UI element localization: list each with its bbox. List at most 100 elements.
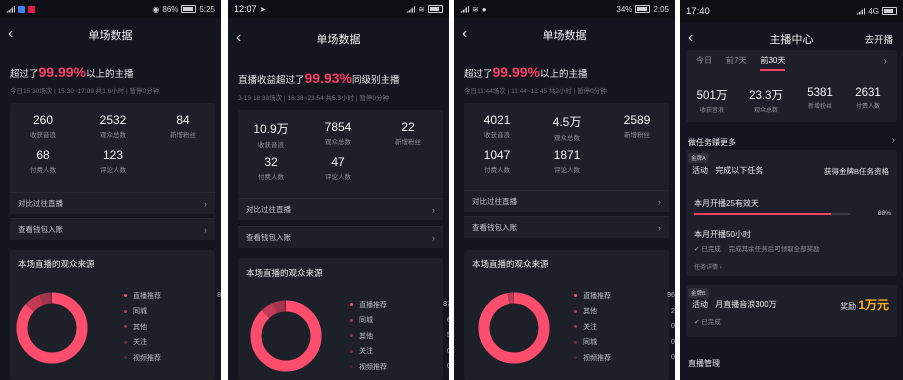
legend-value: 5.2% — [429, 332, 449, 339]
legend-label: 其他 — [133, 323, 147, 331]
task2-text: 本月开播50小时 — [694, 230, 751, 239]
legend-label: 关注 — [583, 323, 597, 331]
stat-item: 501万 收获音浪 — [696, 90, 728, 114]
battery-icon — [181, 5, 197, 13]
legend-value: 2.6% — [671, 307, 675, 315]
tab-7days[interactable]: 前7天 — [726, 55, 746, 71]
compare-past-link[interactable]: 对比过往直播 › — [238, 198, 443, 220]
chat-icon: ● — [481, 4, 487, 14]
legend-label: 视频推荐 — [133, 354, 161, 362]
signal-icon — [6, 5, 15, 13]
signal-icon — [856, 7, 866, 15]
stat-item: 2532 观众总数 — [99, 113, 127, 139]
legend-value: 1.0% — [203, 339, 221, 346]
navbar: ‹ 单场数据 — [228, 26, 449, 52]
donut-slice — [478, 292, 550, 364]
legend-item: 直播推荐 87.8% — [350, 297, 449, 313]
stat-item: 47 评论人数 — [325, 155, 351, 181]
task-section-header: 做任务赚更多 — [688, 138, 736, 147]
source-title: 本场直播的观众来源 — [246, 268, 323, 278]
donut-slice — [250, 300, 322, 372]
legend-value: 0.6% — [429, 348, 449, 355]
tab-30days[interactable]: 前30天 — [760, 55, 786, 71]
stat-item: 7854 观众总数 — [324, 120, 352, 146]
chevron-right-icon[interactable]: › — [892, 135, 895, 146]
battery-percent: 34% — [616, 4, 633, 14]
legend-dot — [124, 325, 127, 329]
tier-tag: 金牌A — [688, 153, 709, 163]
wallet-link[interactable]: 查看钱包入账 › — [10, 218, 215, 240]
screen-anchor-center: 17:40 4G ‹ 主播中心 去开播 今日 前7天 前30天 › 501万 收获… — [680, 0, 903, 380]
task2-status: 已完成 — [701, 246, 721, 253]
headline-value: 99.93% — [304, 70, 352, 86]
legend-label: 直播推荐 — [359, 301, 387, 309]
go-live-button[interactable]: 去开播 — [864, 32, 893, 46]
legend-item: 直播推荐 86.5% — [124, 288, 221, 304]
task-details-link[interactable]: 任务详情 › — [694, 262, 722, 271]
legend-label: 其他 — [359, 332, 373, 340]
legend-label: 视频推荐 — [583, 354, 611, 362]
wifi-icon: ≋ — [472, 4, 479, 14]
legend-dot — [350, 334, 353, 338]
legend-value: 0.2% — [429, 363, 449, 370]
session-subline: 今日11:44场次 | 11:44~13:45 共2小时 | 暂停0分钟 — [464, 88, 607, 95]
task-b-status-row: ✔ 已完成 — [694, 316, 721, 326]
navbar: ‹ 单场数据 — [454, 22, 675, 48]
back-arrow-icon[interactable]: ‹ — [462, 24, 467, 44]
compare-past-link[interactable]: 对比过往直播 › — [464, 190, 669, 212]
wallet-link[interactable]: 查看钱包入账 › — [238, 226, 443, 248]
legend-item: 其他 4.9% — [124, 319, 221, 335]
tier-tag: 金牌B — [688, 288, 709, 298]
stat-item: 1871 评论人数 — [553, 148, 581, 174]
legend-dot — [350, 303, 353, 307]
legend-label: 其他 — [583, 308, 597, 316]
headline: 超过了99.99%以上的主播 — [10, 64, 134, 80]
session-subline: 今日15:30场次 | 15:30~17:09 共1.6小时 | 暂停0分钟 — [10, 88, 160, 95]
activity-label: 活动 — [692, 166, 708, 175]
activity-label: 活动 — [692, 300, 708, 309]
legend-label: 同城 — [583, 339, 597, 347]
legend-value: 96.8% — [667, 292, 675, 300]
back-arrow-icon[interactable]: ‹ — [8, 24, 13, 44]
tab-today[interactable]: 今日 — [696, 55, 712, 71]
screen-single-session-2: 12:07 ➤ ≋ ‹ 单场数据 直播收益超过了99.93%同级别主播 3-13 … — [228, 0, 449, 380]
navbar: ‹ 单场数据 — [0, 22, 221, 48]
legend-value: 7.6% — [203, 308, 221, 315]
battery-icon — [428, 5, 443, 13]
legend-dot — [350, 349, 353, 353]
legend-label: 同城 — [359, 317, 373, 325]
task1-text: 本月开播25有效天 — [694, 199, 759, 208]
headline-suffix: 以上的主播 — [540, 69, 588, 80]
back-arrow-icon[interactable]: ‹ — [688, 28, 693, 48]
wifi-icon: ≋ — [418, 4, 425, 14]
battery-icon — [882, 7, 897, 15]
source-donut-chart — [16, 292, 88, 364]
headline-prefix: 超过了 — [464, 69, 493, 80]
back-arrow-icon[interactable]: ‹ — [236, 28, 241, 48]
compare-past-link[interactable]: 对比过往直播 › — [10, 192, 215, 214]
legend-label: 关注 — [359, 348, 373, 356]
stat-item: 2631 付费人数 — [855, 87, 881, 110]
headline-value: 99.99% — [492, 64, 540, 80]
chevron-right-icon: › — [658, 196, 661, 207]
status-bar: ◉ 86% 5:25 — [0, 0, 221, 18]
legend-value: 0.0% — [203, 354, 221, 361]
app-icon — [18, 5, 25, 13]
signal-icon — [460, 5, 469, 13]
chevron-right-icon[interactable]: › — [884, 56, 887, 67]
stat-item: 1047 付费人数 — [483, 148, 511, 174]
legend-item: 视频推荐 0.2% — [350, 359, 449, 375]
headline-value: 99.99% — [38, 64, 86, 80]
stat-item: 68 付费人数 — [30, 148, 56, 174]
legend-item: 同城 7.6% — [124, 304, 221, 320]
legend-value: 0.6% — [671, 323, 675, 331]
clock: 12:07 — [234, 4, 257, 14]
legend-dot — [574, 325, 577, 329]
legend-item: 关注 1.0% — [124, 335, 221, 351]
headline-suffix: 以上的主播 — [86, 69, 134, 80]
chevron-right-icon: › — [658, 222, 661, 233]
battery-percent: 86% — [162, 4, 179, 14]
navbar: ‹ 主播中心 去开播 — [680, 26, 903, 52]
wallet-link[interactable]: 查看钱包入账 › — [464, 216, 669, 238]
source-title: 本场直播的观众来源 — [472, 259, 549, 269]
